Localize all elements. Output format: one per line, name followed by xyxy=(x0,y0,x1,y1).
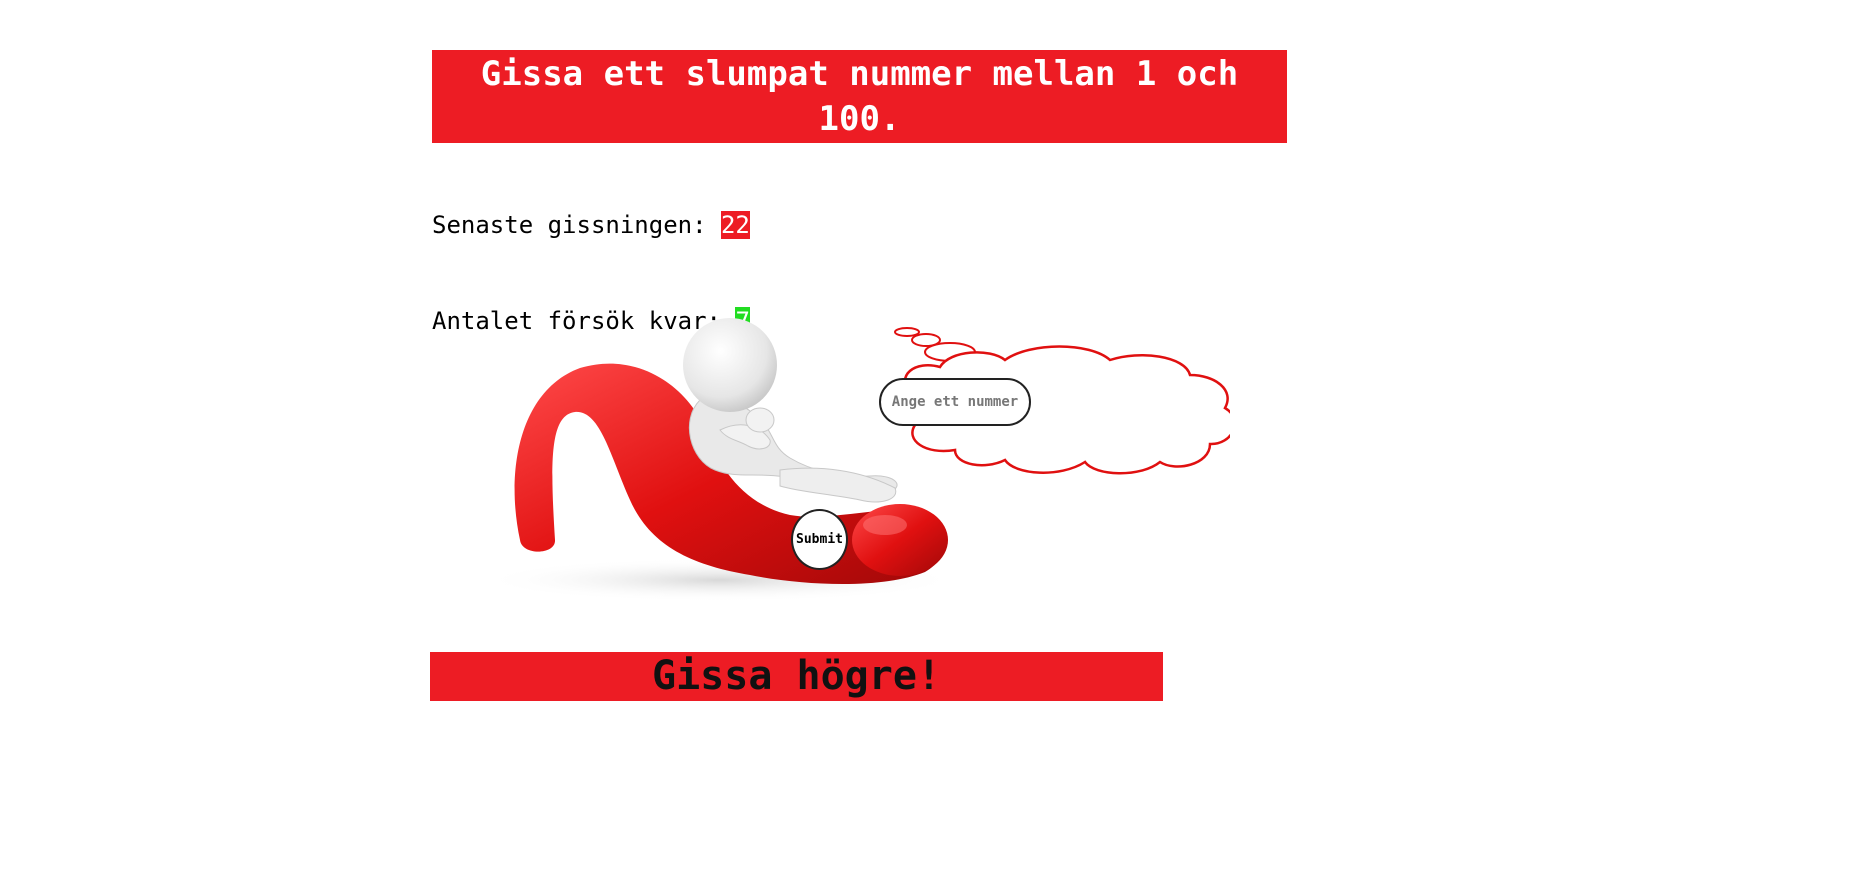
last-guess-row: Senaste gissningen: 22 xyxy=(432,209,750,241)
last-guess-value: 22 xyxy=(720,211,750,239)
submit-button[interactable]: Submit xyxy=(791,509,848,570)
guess-input[interactable] xyxy=(879,378,1031,426)
question-mark-dot xyxy=(852,504,948,576)
person-head xyxy=(683,318,777,412)
page-title: Gissa ett slumpat nummer mellan 1 och 10… xyxy=(432,50,1287,143)
thinking-person-illustration xyxy=(480,318,1230,602)
guessing-game-page: Gissa ett slumpat nummer mellan 1 och 10… xyxy=(0,0,1876,882)
last-guess-label: Senaste gissningen: xyxy=(432,211,721,239)
result-message: Gissa högre! xyxy=(430,652,1163,701)
thought-trail-small xyxy=(894,327,920,337)
